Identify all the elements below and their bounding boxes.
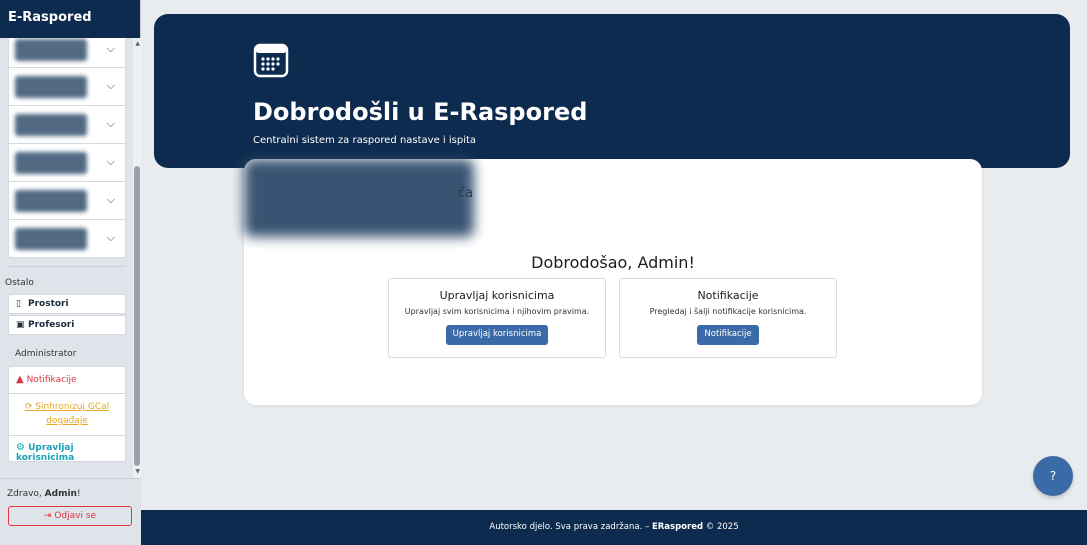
- help-button[interactable]: ?: [1033, 456, 1073, 496]
- sidebar-item-label: Profesori: [28, 320, 75, 330]
- footer-brand: ERaspored: [651, 522, 704, 532]
- notifications-button[interactable]: Notifikacije: [697, 325, 759, 345]
- page-title: Dobrodošli u E-Raspored: [253, 98, 588, 126]
- page-subtitle: Centralni sistem za raspored nastave i i…: [253, 135, 477, 146]
- chevron-down-icon: ⌵: [106, 79, 115, 92]
- card-title: Notifikacije: [697, 289, 759, 302]
- logout-icon: ⇥: [43, 511, 52, 521]
- welcome-heading: Dobrodošao, Admin!: [531, 253, 695, 272]
- heading-fragment: ča: [458, 186, 474, 201]
- card-description: Pregledaj i šalji notifikacije korisnici…: [649, 307, 807, 316]
- user-area: Zdravo, Admin! ⇥ Odjavi se: [0, 478, 141, 545]
- sidebar-item-label: Prostori: [28, 299, 69, 309]
- dropdown-item[interactable]: ⌵: [8, 38, 126, 68]
- chevron-down-icon: ⌵: [106, 117, 115, 130]
- sidebar-item-rooms[interactable]: ▯ Prostori: [8, 294, 126, 314]
- scroll-down-icon[interactable]: ▼: [135, 468, 140, 475]
- manage-users-card: Upravljaj korisnicima Upravljaj svim kor…: [388, 278, 606, 358]
- redacted-label: [15, 152, 87, 174]
- chevron-down-icon: ⌵: [106, 193, 115, 206]
- footer: Autorsko djelo. Sva prava zadržana. – ER…: [141, 510, 1087, 545]
- notifications-card: Notifikacije Pregledaj i šalji notifikac…: [619, 278, 837, 358]
- scrollbar[interactable]: ▲ ▼: [133, 38, 141, 478]
- footer-text: Autorsko djelo. Sva prava zadržana. –: [489, 522, 652, 532]
- dropdown-list: ⌵ ⌵ ⌵ ⌵ ⌵ ⌵: [8, 38, 126, 258]
- redacted-label: [15, 228, 87, 250]
- door-icon: ▯: [16, 299, 21, 309]
- footer-year: © 2025: [703, 522, 739, 532]
- chevron-down-icon: ⌵: [106, 155, 115, 168]
- dropdown-item[interactable]: ⌵: [8, 106, 126, 144]
- gear-icon: ⚙: [16, 442, 25, 453]
- section-label-admin: Administrator: [15, 349, 77, 359]
- id-card-icon: ▣: [16, 320, 25, 330]
- redacted-label: [15, 190, 87, 212]
- greeting-prefix: Zdravo,: [7, 489, 45, 499]
- scroll-up-icon[interactable]: ▲: [135, 40, 140, 47]
- section-label-other: Ostalo: [5, 278, 34, 288]
- dropdown-item[interactable]: ⌵: [8, 144, 126, 182]
- divider: [8, 266, 126, 267]
- calendar-icon: [253, 43, 289, 78]
- chevron-down-icon: ⌵: [106, 42, 115, 55]
- sidebar-item-manage-users[interactable]: ⚙ Upravljaj korisnicima: [8, 436, 126, 463]
- redacted-label: [15, 76, 87, 98]
- user-name: Admin: [44, 489, 77, 499]
- card-title: Upravljaj korisnicima: [439, 289, 555, 302]
- hero-banner: Dobrodošli u E-Raspored Centralni sistem…: [154, 14, 1070, 168]
- sidebar-item-professors[interactable]: ▣ Profesori: [8, 315, 126, 335]
- redacted-label: [15, 114, 87, 136]
- logout-label: Odjavi se: [54, 511, 97, 521]
- sidebar-item-notifications[interactable]: ▲ Notifikacije: [8, 366, 126, 394]
- dropdown-item[interactable]: ⌵: [8, 220, 126, 258]
- logout-button[interactable]: ⇥ Odjavi se: [8, 506, 132, 526]
- sidebar: E-Raspored ⌵ ⌵ ⌵ ⌵ ⌵ ⌵ Ostalo ▯ Prostori …: [0, 0, 141, 545]
- sidebar-item-label: Upravljaj korisnicima: [16, 443, 75, 463]
- scrollbar-thumb[interactable]: [134, 166, 140, 466]
- manage-users-button[interactable]: Upravljaj korisnicima: [445, 325, 549, 345]
- chevron-down-icon: ⌵: [106, 231, 115, 244]
- sync-icon: ⟳: [24, 402, 33, 412]
- user-greeting: Zdravo, Admin!: [7, 489, 81, 499]
- sidebar-item-sync-gcal[interactable]: ⟳ Sinhronizuj GCal događaje: [8, 394, 126, 436]
- dropdown-item[interactable]: ⌵: [8, 182, 126, 220]
- brand-logo[interactable]: E-Raspored: [0, 0, 140, 38]
- dashboard-card: ča Dobrodošao, Admin! Upravljaj korisnic…: [244, 159, 982, 405]
- redacted-heading: [244, 159, 474, 237]
- warning-icon: ▲: [16, 374, 24, 385]
- sidebar-item-label: Notifikacije: [26, 375, 77, 385]
- greeting-suffix: !: [76, 489, 81, 499]
- redacted-label: [15, 39, 87, 61]
- sidebar-item-label: Sinhronizuj GCal događaje: [35, 402, 110, 426]
- sidebar-scroll-area: ⌵ ⌵ ⌵ ⌵ ⌵ ⌵ Ostalo ▯ Prostori ▣ Profesori …: [0, 38, 141, 478]
- card-description: Upravljaj svim korisnicima i njihovim pr…: [404, 307, 590, 316]
- dropdown-item[interactable]: ⌵: [8, 68, 126, 106]
